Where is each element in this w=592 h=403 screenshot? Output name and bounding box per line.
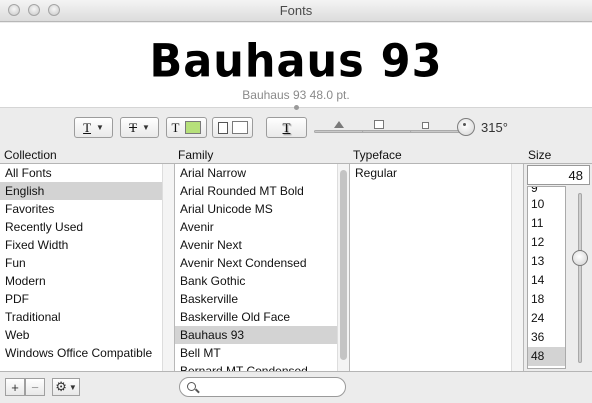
shadow-offset-track [410,130,460,133]
typeface-list: Regular [350,164,524,371]
collection-list-item[interactable]: Windows Office Compatible [0,344,163,362]
family-list-item[interactable]: Bank Gothic [175,272,338,290]
typeface-header: Typeface [353,148,402,162]
family-list-item[interactable]: Baskerville [175,290,338,308]
size-list-item[interactable]: 18 [528,290,565,309]
family-list-item[interactable]: Baskerville Old Face [175,308,338,326]
text-color-glyph: T [171,119,180,135]
font-preview-pane: Bauhaus 93 Bauhaus 93 48.0 pt. [0,23,592,108]
shadow-blur-thumb[interactable] [374,120,384,129]
family-list-item[interactable]: Bell MT [175,344,338,362]
search-field[interactable] [179,377,346,397]
size-list-item[interactable]: 14 [528,271,565,290]
window-title: Fonts [279,3,313,18]
size-list-item[interactable]: 10 [528,195,565,214]
size-list-item[interactable]: 36 [528,328,565,347]
size-list-item[interactable]: 9 [528,187,565,195]
collection-list-item[interactable]: Web [0,326,163,344]
family-list-item[interactable]: Avenir Next Condensed [175,254,338,272]
collection-list-item[interactable]: All Fonts [0,164,163,182]
shadow-opacity-track [314,130,364,133]
strikethrough-menu-button[interactable]: T ▼ [120,117,159,138]
size-slider[interactable] [572,193,588,363]
family-list-item[interactable]: Arial Rounded MT Bold [175,182,338,200]
family-list-item[interactable]: Bauhaus 93 [175,326,338,344]
shadow-opacity-thumb[interactable] [334,121,344,128]
bottom-bar: + − ⚙ ▼ [0,371,592,403]
size-slider-thumb[interactable] [572,250,588,266]
underline-menu-button[interactable]: T ▼ [74,117,113,138]
shadow-angle-dial[interactable] [457,118,475,136]
font-preview-sample: Bauhaus 93 [149,35,443,89]
shadow-blur-slider[interactable] [362,120,412,137]
effects-toolbar: T ▼ T ▼ T T 315° [0,109,592,147]
collection-scrollbar[interactable] [162,164,174,371]
family-list-item[interactable]: Bernard MT Condensed [175,362,338,371]
text-shadow-icon: T [282,119,291,135]
family-scrollbar-thumb[interactable] [340,170,347,360]
document-color-button[interactable] [212,117,253,138]
size-list-item[interactable]: 24 [528,309,565,328]
dial-indicator [463,123,466,126]
strikethrough-icon: T [129,119,138,135]
size-input[interactable]: 48 [527,165,590,185]
collection-list-item[interactable]: Modern [0,272,163,290]
search-input[interactable] [202,380,340,394]
chevron-down-icon: ▼ [96,123,104,132]
collection-list-item[interactable]: Fun [0,254,163,272]
collection-list-item[interactable]: Favorites [0,200,163,218]
size-slider-track [578,193,582,363]
add-collection-button[interactable]: + [5,378,25,396]
family-list-item[interactable]: Arial Unicode MS [175,200,338,218]
document-color-swatch [231,121,248,134]
size-list-item[interactable]: 11 [528,214,565,233]
shadow-angle-label: 315° [481,120,508,135]
size-list-item[interactable]: 12 [528,233,565,252]
family-header: Family [178,148,214,162]
shadow-blur-track [362,130,412,133]
text-color-swatch [185,121,202,134]
collection-list-item[interactable]: English [0,182,163,200]
chevron-down-icon: ▼ [142,123,150,132]
document-icon [217,121,228,134]
size-list: 9 10 11 12 13 14 18 24 36 48 [527,186,566,369]
collection-list: All Fonts English Favorites Recently Used Fi… [0,164,175,371]
action-menu-button[interactable]: ⚙ ▼ [52,378,80,396]
remove-collection-button[interactable]: − [25,378,45,396]
gear-icon: ⚙ [55,379,67,394]
shadow-offset-slider[interactable] [410,121,460,137]
family-list-item[interactable]: Arial Narrow [175,164,338,182]
title-bar: Fonts [0,0,592,22]
text-shadow-button[interactable]: T [266,117,307,138]
collection-list-item[interactable]: Fixed Width [0,236,163,254]
family-list-item[interactable]: Avenir Next [175,236,338,254]
size-header: Size [528,148,552,162]
collection-list-item[interactable]: PDF [0,290,163,308]
collection-list-item[interactable]: Traditional [0,308,163,326]
typeface-scrollbar[interactable] [511,164,523,371]
collection-list-item[interactable]: Recently Used [0,218,163,236]
font-preview-caption: Bauhaus 93 48.0 pt. [242,88,350,102]
family-list-item[interactable]: Avenir [175,218,338,236]
shadow-offset-thumb[interactable] [422,122,429,129]
text-color-button[interactable]: T [166,117,207,138]
underline-icon: T [83,119,92,135]
collection-header: Collection [4,148,57,162]
size-list-item[interactable]: 13 [528,252,565,271]
search-icon [187,382,196,391]
typeface-list-item[interactable]: Regular [350,164,512,182]
family-scrollbar[interactable] [337,164,349,371]
size-list-item[interactable]: 48 [528,347,565,366]
chevron-down-icon: ▼ [68,382,77,392]
shadow-opacity-slider[interactable] [314,121,364,137]
family-list: Arial Narrow Arial Rounded MT Bold Arial U… [175,164,350,371]
